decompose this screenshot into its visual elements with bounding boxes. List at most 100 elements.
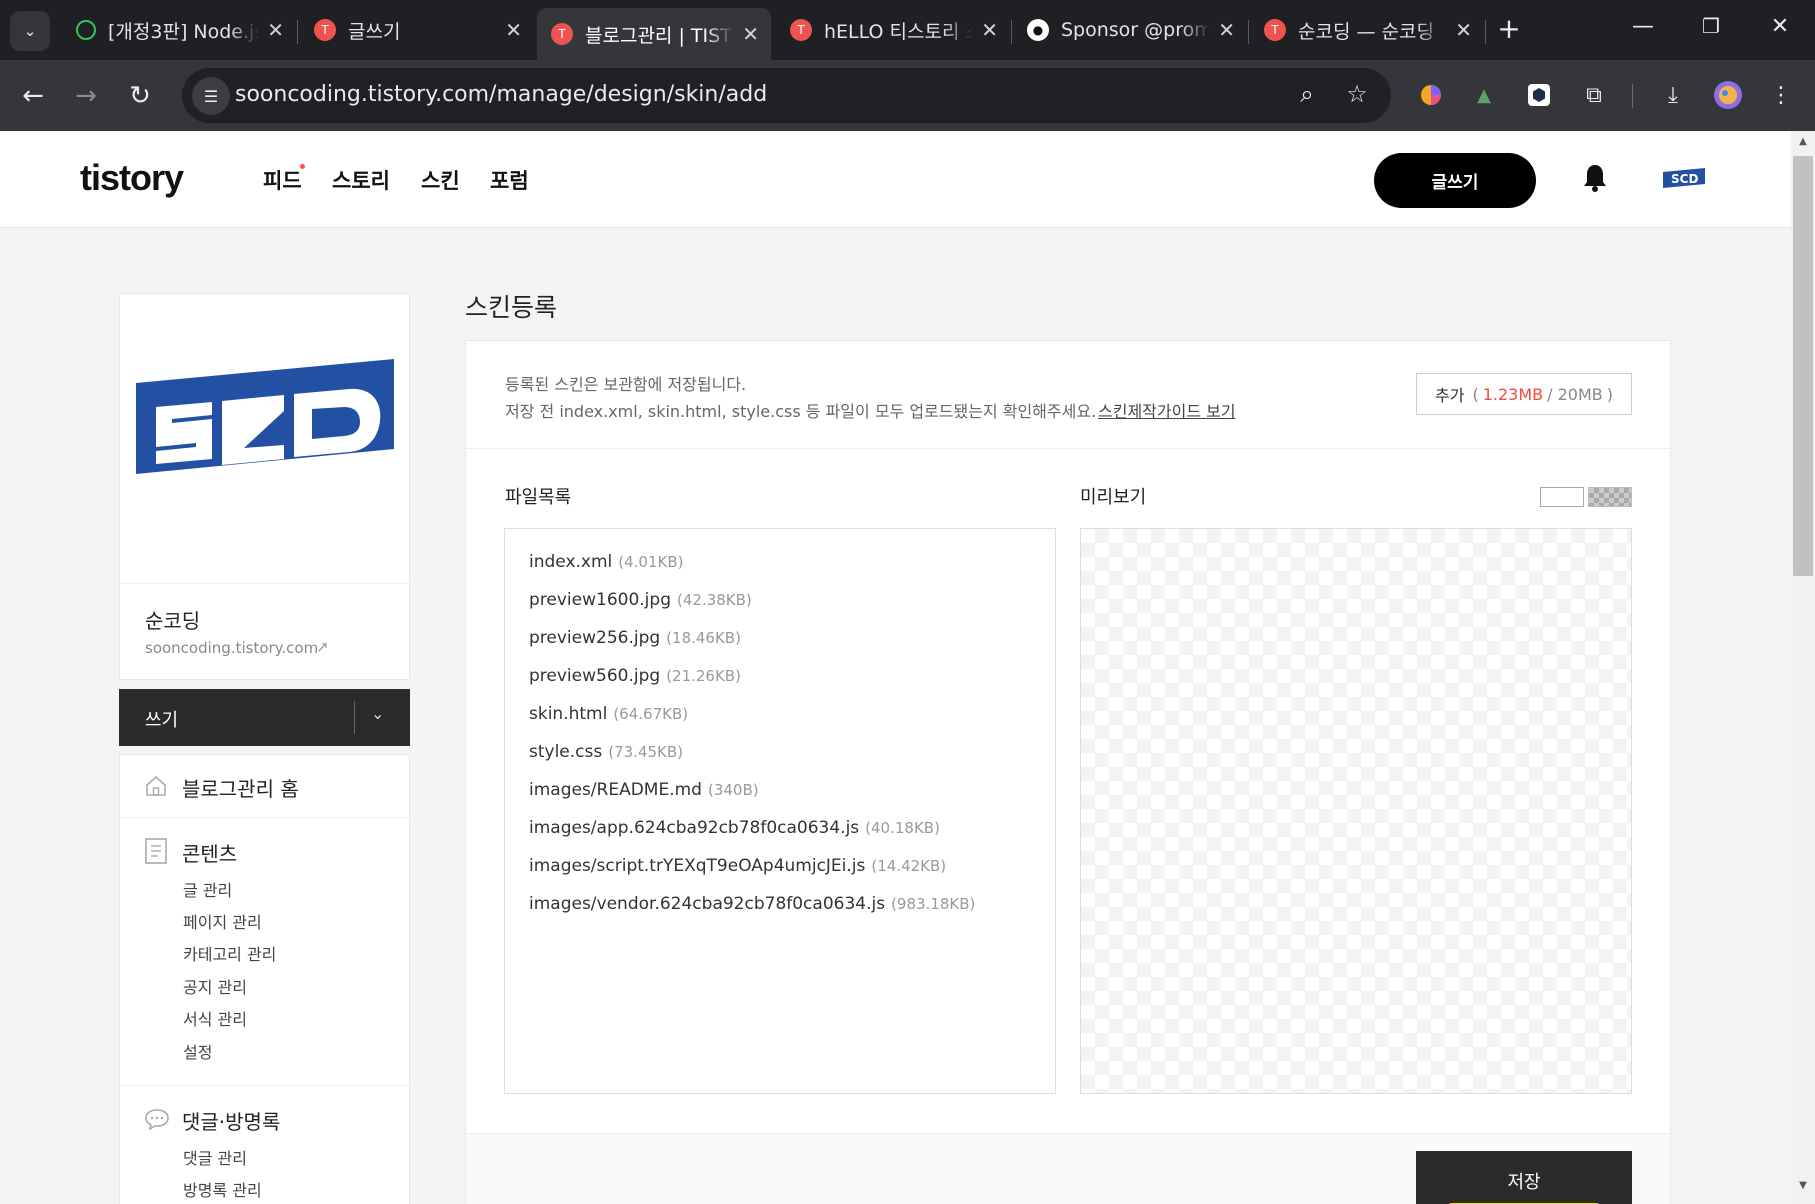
tab-title: hELLO 티스토리 스킨: [824, 20, 973, 43]
tab-divider: [1011, 20, 1012, 44]
tab-search-icon[interactable]: ⌄: [10, 11, 50, 51]
close-icon[interactable]: ✕: [1218, 18, 1235, 42]
scrollbar-thumb[interactable]: [1793, 156, 1813, 576]
list-item[interactable]: style.css (73.45KB): [529, 742, 683, 762]
document-icon: [144, 838, 168, 868]
tree-extension-icon[interactable]: ▲: [1468, 79, 1500, 111]
nav-feed[interactable]: 피드: [263, 165, 302, 195]
menu-section-contents[interactable]: 콘텐츠: [182, 838, 237, 867]
menu-item-pages[interactable]: 페이지 관리: [183, 909, 262, 933]
menu-section-comments[interactable]: 댓글·방명록: [182, 1106, 280, 1135]
divider: [120, 1085, 409, 1086]
shield-extension-icon[interactable]: [1523, 79, 1555, 111]
user-avatar[interactable]: SCD: [1662, 168, 1706, 188]
browser-tab[interactable]: T 순코딩 — 순코딩 ✕: [1250, 8, 1484, 52]
save-button[interactable]: 저장: [1416, 1151, 1632, 1204]
browser-tab[interactable]: T 글쓰기 ✕: [300, 8, 534, 52]
close-icon[interactable]: ✕: [742, 22, 759, 46]
minimize-icon[interactable]: —: [1623, 14, 1663, 39]
nav-skin[interactable]: 스킨: [421, 165, 460, 195]
preview-bg-white-toggle[interactable]: [1540, 487, 1584, 507]
back-arrow-icon[interactable]: ←: [13, 76, 53, 116]
list-item[interactable]: images/vendor.624cba92cb78f0ca0634.js (98…: [529, 894, 975, 914]
list-item[interactable]: images/app.624cba92cb78f0ca0634.js (40.18…: [529, 818, 940, 838]
reload-icon[interactable]: ↻: [120, 76, 160, 116]
scroll-down-icon[interactable]: ▼: [1791, 1180, 1815, 1191]
scroll-up-icon[interactable]: ▲: [1791, 136, 1815, 147]
write-dropdown[interactable]: 쓰기 ⌄: [119, 689, 410, 746]
new-tab-icon[interactable]: +: [1493, 14, 1525, 46]
menu-item-notices[interactable]: 공지 관리: [183, 974, 247, 998]
external-link-icon[interactable]: ↗: [316, 638, 329, 656]
file-name: index.xml: [529, 552, 613, 572]
tab-divider: [1248, 20, 1249, 44]
tab-divider: [1485, 20, 1486, 44]
list-item[interactable]: images/README.md (340B): [529, 780, 759, 800]
window-close-icon[interactable]: ✕: [1760, 14, 1800, 39]
preview-label: 미리보기: [1080, 487, 1147, 508]
list-item[interactable]: index.xml (4.01KB): [529, 552, 684, 572]
file-name: preview1600.jpg: [529, 590, 671, 610]
browser-tab[interactable]: [개정3판] Node.js 교과서 ✕: [62, 8, 296, 52]
site-info-icon[interactable]: ☰: [192, 77, 230, 115]
file-name: preview560.jpg: [529, 666, 661, 686]
add-button-label: 추가: [1435, 386, 1465, 405]
chevron-down-icon[interactable]: ⌄: [371, 704, 384, 723]
menu-item-settings[interactable]: 설정: [183, 1039, 212, 1063]
profile-avatar-icon[interactable]: [1712, 79, 1744, 111]
menu-item-comments[interactable]: 댓글 관리: [183, 1145, 247, 1169]
browser-menu-icon[interactable]: ⋮: [1765, 79, 1797, 111]
browser-tab[interactable]: T hELLO 티스토리 스킨 ✕: [776, 8, 1010, 52]
browser-tab[interactable]: ● Sponsor @prompt ✕: [1013, 8, 1247, 52]
color-extension-icon[interactable]: [1415, 79, 1447, 111]
toolbar-divider: [1632, 84, 1633, 108]
bell-icon[interactable]: [1582, 163, 1608, 197]
close-icon[interactable]: ✕: [1455, 18, 1472, 42]
extensions-puzzle-icon[interactable]: ⧉: [1578, 79, 1610, 111]
list-item[interactable]: skin.html (64.67KB): [529, 704, 688, 724]
url-text[interactable]: sooncoding.tistory.com/manage/design/ski…: [235, 82, 767, 107]
bookmark-star-icon[interactable]: ☆: [1342, 80, 1372, 108]
speech-bubble-icon: [144, 1108, 170, 1134]
restore-icon[interactable]: ❐: [1691, 14, 1731, 38]
list-item[interactable]: images/script.trYEXqT9eOAp4umjcJEi.js (14…: [529, 856, 946, 876]
blog-profile-card: 순코딩 sooncoding.tistory.com ↗: [119, 293, 410, 680]
menu-item-guestbook[interactable]: 방명록 관리: [183, 1177, 262, 1201]
write-dropdown-label[interactable]: 쓰기: [145, 706, 178, 732]
list-item[interactable]: preview256.jpg (18.46KB): [529, 628, 741, 648]
blog-logo-image[interactable]: [134, 359, 396, 498]
file-size: (73.45KB): [608, 743, 684, 761]
page-title: 스킨등록: [465, 293, 558, 322]
tistory-logo[interactable]: tistory: [80, 157, 184, 199]
write-post-button[interactable]: 글쓰기: [1374, 153, 1536, 208]
menu-item-categories[interactable]: 카테고리 관리: [183, 941, 276, 965]
blog-url[interactable]: sooncoding.tistory.com: [145, 639, 318, 657]
file-size: (42.38KB): [677, 591, 752, 609]
list-item[interactable]: preview560.jpg (21.26KB): [529, 666, 741, 686]
close-icon[interactable]: ✕: [981, 18, 998, 42]
menu-item-posts[interactable]: 글 관리: [183, 877, 232, 901]
nav-forum[interactable]: 포럼: [490, 165, 529, 195]
menu-item-templates[interactable]: 서식 관리: [183, 1006, 247, 1030]
add-file-button[interactable]: 추가 ( 1.23MB / 20MB ): [1416, 373, 1632, 415]
close-icon[interactable]: ✕: [505, 18, 522, 42]
browser-toolbar: ← → ↻ ☰ sooncoding.tistory.com/manage/de…: [0, 60, 1815, 131]
preview-bg-checker-toggle[interactable]: [1588, 487, 1632, 507]
menu-item-home[interactable]: 블로그관리 홈: [120, 755, 409, 818]
browser-tab-active[interactable]: T 블로그관리 | TISTORY ✕: [537, 8, 771, 60]
add-button-close-paren: ): [1606, 384, 1613, 404]
download-icon[interactable]: ⤓: [1657, 79, 1689, 111]
divider: [466, 448, 1670, 449]
list-item[interactable]: preview1600.jpg (42.38KB): [529, 590, 752, 610]
nav-story[interactable]: 스토리: [332, 165, 390, 195]
forward-arrow-icon[interactable]: →: [66, 76, 106, 116]
file-size: (64.67KB): [613, 705, 689, 723]
tab-title: 순코딩 — 순코딩: [1298, 20, 1434, 43]
address-bar[interactable]: ☰ sooncoding.tistory.com/manage/design/s…: [182, 68, 1391, 123]
close-icon[interactable]: ✕: [267, 18, 284, 42]
zoom-icon[interactable]: ⌕: [1292, 80, 1322, 108]
menu-home-label[interactable]: 블로그관리 홈: [182, 773, 299, 802]
skin-guide-link[interactable]: 스킨제작가이드 보기: [1098, 398, 1236, 422]
file-size: (983.18KB): [891, 895, 976, 913]
notice-text: 등록된 스킨은 보관함에 저장됩니다.: [505, 375, 747, 394]
